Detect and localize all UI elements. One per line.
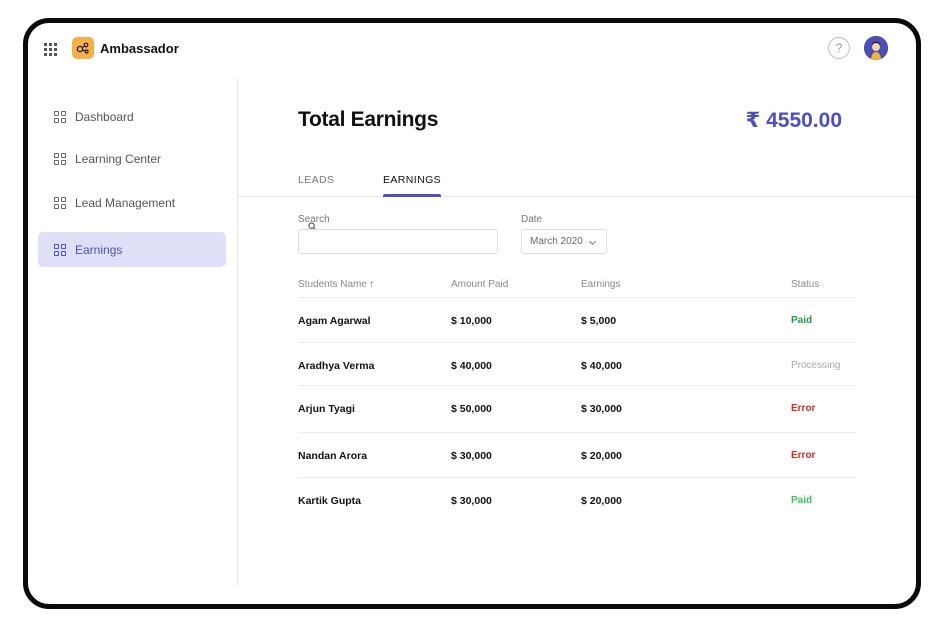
amount-paid: $ 50,000 [451, 403, 492, 415]
column-header-earnings: Earnings [581, 279, 621, 290]
status-badge: Error [791, 450, 816, 461]
earnings-grid-icon [54, 243, 66, 256]
total-earnings-amount: ₹ 4550.00 [745, 109, 842, 132]
sidebar-item-label: Learning Center [75, 151, 162, 166]
column-header-label: Students Name [298, 279, 367, 290]
student-name: Nandan Arora [298, 450, 368, 462]
dashboard-grid-icon [54, 110, 66, 123]
leads-grid-icon [54, 196, 66, 209]
tab-bar: LEADS EARNINGS [238, 165, 916, 197]
amount-paid: $ 30,000 [451, 495, 492, 507]
sidebar-item-label: Dashboard [75, 109, 134, 124]
student-name: Kartik Gupta [298, 495, 362, 507]
app-window: Ambassador ? Dashboard Learning Center L… [23, 18, 921, 609]
amount-paid: $ 30,000 [451, 450, 492, 462]
table-row[interactable]: Aradhya Verma $ 40,000 $ 40,000 Processi… [298, 342, 856, 386]
sidebar-item-learning-center[interactable]: Learning Center [38, 141, 226, 176]
user-avatar-icon [864, 36, 888, 60]
student-name: Arjun Tyagi [298, 403, 355, 415]
sort-arrow-icon: ↑ [368, 279, 374, 290]
date-label: Date [521, 214, 543, 225]
student-name: Aradhya Verma [298, 360, 375, 372]
top-bar: Ambassador ? [28, 23, 916, 79]
date-select[interactable]: March 2020 [521, 229, 607, 254]
earnings-value: $ 20,000 [581, 450, 622, 462]
column-header-amount-paid: Amount Paid [451, 279, 509, 290]
student-name: Agam Agarwal [298, 315, 371, 327]
sidebar-item-label: Lead Management [75, 195, 176, 210]
table-row[interactable]: Agam Agarwal $ 10,000 $ 5,000 Paid [298, 297, 856, 341]
table-row[interactable]: Arjun Tyagi $ 50,000 $ 30,000 Error [298, 385, 856, 433]
tab-earnings[interactable]: EARNINGS [383, 174, 442, 197]
logo-icon [76, 42, 89, 54]
chevron-down-icon [588, 237, 597, 246]
search-input[interactable] [298, 229, 498, 254]
column-header-students-name[interactable]: Students Name ↑ [298, 279, 374, 290]
tab-leads[interactable]: LEADS [298, 174, 334, 197]
status-badge: Error [791, 403, 816, 414]
status-badge: Paid [791, 495, 813, 506]
amount-paid: $ 10,000 [451, 315, 492, 327]
status-badge: Processing [791, 360, 841, 371]
app-grid-icon[interactable] [44, 43, 57, 56]
amount-paid: $ 40,000 [451, 360, 492, 372]
sidebar-item-dashboard[interactable]: Dashboard [38, 99, 226, 134]
status-badge: Paid [791, 315, 813, 326]
sidebar-item-label: Earnings [75, 242, 123, 257]
date-select-value: March 2020 [530, 236, 583, 247]
earnings-value: $ 5,000 [581, 315, 617, 327]
help-icon[interactable]: ? [828, 37, 850, 59]
table-row[interactable]: Kartik Gupta $ 30,000 $ 20,000 Paid [298, 477, 856, 521]
learning-grid-icon [54, 152, 66, 165]
page-title: Total Earnings [298, 108, 439, 131]
earnings-value: $ 30,000 [581, 403, 622, 415]
avatar[interactable] [864, 36, 888, 60]
column-header-status: Status [791, 279, 820, 290]
sidebar-item-lead-management[interactable]: Lead Management [38, 185, 226, 220]
earnings-value: $ 20,000 [581, 495, 622, 507]
app-title: Ambassador [100, 41, 179, 56]
sidebar: Dashboard Learning Center Lead Managemen… [28, 79, 238, 585]
ambassador-logo [72, 37, 94, 59]
table-row[interactable]: Nandan Arora $ 30,000 $ 20,000 Error [298, 432, 856, 476]
earnings-value: $ 40,000 [581, 360, 622, 372]
sidebar-item-earnings[interactable]: Earnings [38, 232, 226, 267]
